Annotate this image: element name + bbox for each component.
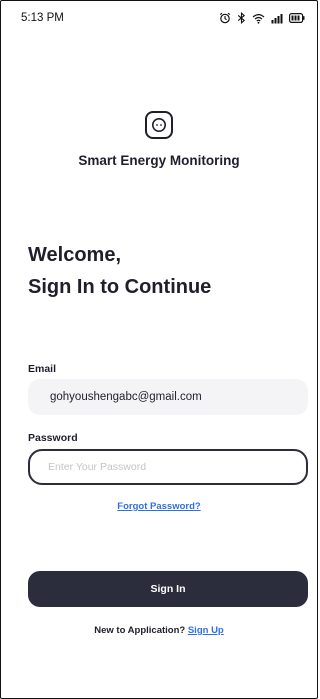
wifi-icon — [252, 13, 265, 24]
outlet-icon — [145, 111, 173, 139]
app-name: Smart Energy Monitoring — [78, 153, 240, 168]
email-label: Email — [28, 363, 57, 375]
password-label: Password — [28, 432, 78, 444]
sign-in-button[interactable]: Sign In — [28, 571, 308, 607]
password-field[interactable] — [28, 449, 308, 485]
signal-icon — [271, 13, 283, 24]
forgot-password-link[interactable]: Forgot Password? — [1, 501, 317, 512]
bluetooth-icon — [237, 12, 246, 24]
battery-icon — [289, 13, 305, 23]
sign-up-link[interactable]: Sign Up — [188, 625, 224, 636]
signup-prompt-text: New to Application? — [94, 625, 186, 636]
phone-screen: 5:13 PM Smart Energy Monitoring Welcome,… — [0, 0, 318, 699]
brand-header: Smart Energy Monitoring — [1, 111, 317, 168]
welcome-line-1: Welcome, — [28, 244, 121, 266]
signup-prompt: New to Application? Sign Up — [1, 625, 317, 636]
status-bar: 5:13 PM — [1, 1, 317, 35]
status-time: 5:13 PM — [21, 12, 64, 24]
welcome-heading: Welcome, Sign In to Continue — [28, 239, 211, 303]
alarm-icon — [219, 12, 231, 24]
password-input[interactable] — [48, 461, 306, 473]
welcome-line-2: Sign In to Continue — [28, 276, 212, 298]
status-icons — [219, 12, 305, 24]
email-field[interactable]: gohyoushengabc@gmail.com — [28, 379, 308, 415]
